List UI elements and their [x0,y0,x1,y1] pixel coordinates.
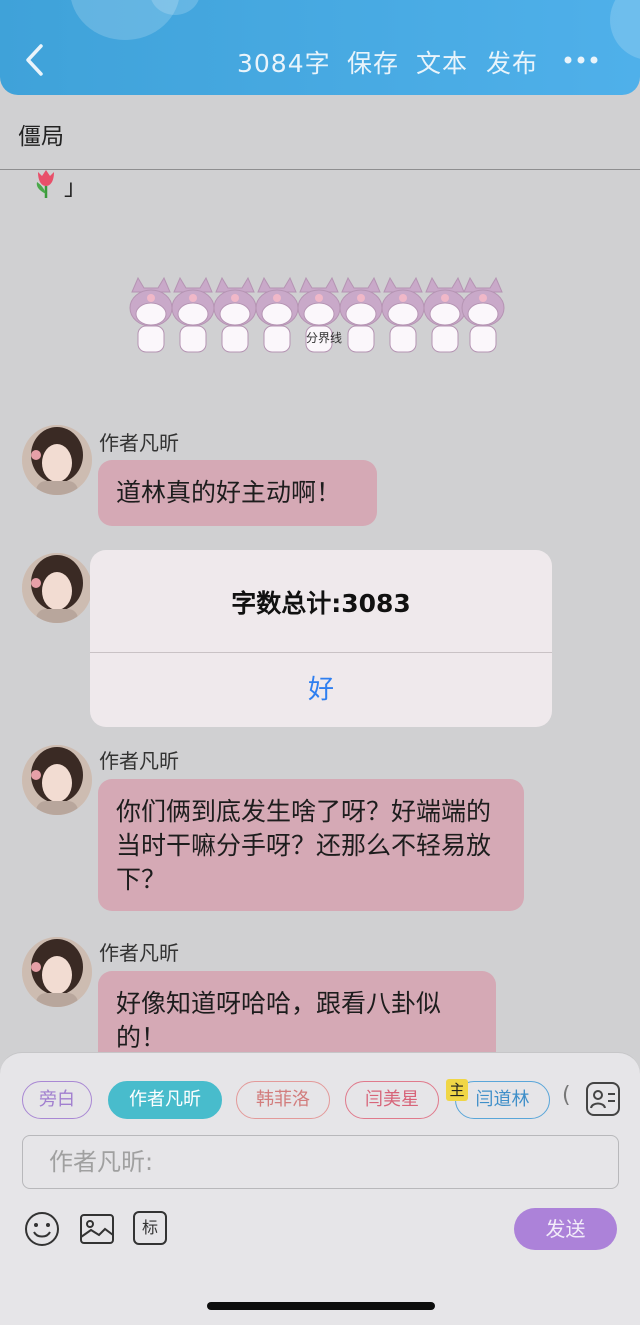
author-avatar[interactable] [22,425,92,495]
send-button[interactable]: 发送 [514,1208,617,1250]
host-badge: 主 [446,1079,468,1101]
character-chip-yan-daolin[interactable]: 闫道林 [455,1081,550,1119]
image-icon[interactable] [79,1211,115,1247]
emoji-icon[interactable] [24,1211,60,1247]
author-avatar[interactable] [22,937,92,1007]
publish-button[interactable]: 发布 [486,44,538,80]
avatar-portrait-icon [22,745,92,815]
author-avatar[interactable] [22,553,92,623]
character-chip-partial[interactable]: ( [562,1083,571,1108]
back-icon[interactable] [20,40,50,80]
alert-ok-button[interactable]: 好 [90,653,552,727]
closing-quote: 」 [64,176,87,201]
speaker-name: 作者凡昕 [99,749,179,773]
word-count-button[interactable]: 3084字 [237,44,331,80]
message-input[interactable]: 作者凡昕: [22,1135,619,1189]
message-bubble[interactable]: 道林真的好主动啊！ [98,460,377,526]
avatar-portrait-icon [22,425,92,495]
message-bubble[interactable]: 你们俩到底发生啥了呀？好端端的当时干嘛分手呀？还那么不轻易放下？ [98,779,524,911]
divider-label: 分界线 [306,331,342,345]
contacts-icon[interactable] [585,1081,621,1117]
text-button[interactable]: 文本 [416,44,468,80]
story-title-bar: 僵局 [0,95,640,170]
compose-panel: 旁白 作者凡昕 韩菲洛 闫美星 闫道林 主 ( 作者凡昕: 标 发送 [0,1052,640,1325]
avatar-portrait-icon [22,937,92,1007]
divider-sticker: 分界线 [129,276,505,353]
character-chip-author-selected[interactable]: 作者凡昕 [108,1081,222,1119]
tag-button[interactable]: 标 [133,1211,167,1245]
story-title[interactable]: 僵局 [18,117,64,151]
word-count-alert: 字数总计:3083 好 [90,550,552,727]
save-button[interactable]: 保存 [347,44,399,80]
input-placeholder: 作者凡昕: [49,1148,154,1176]
author-avatar[interactable] [22,745,92,815]
character-chip-han-feiluo[interactable]: 韩菲洛 [236,1081,330,1119]
character-chip-narrator[interactable]: 旁白 [22,1081,92,1119]
alert-message: 字数总计:3083 [231,589,411,618]
character-chip-yan-meixing[interactable]: 闫美星 [345,1081,439,1119]
speaker-name: 作者凡昕 [99,431,179,455]
avatar-portrait-icon [22,553,92,623]
home-indicator[interactable] [207,1302,435,1310]
decor-bubble [610,0,640,60]
top-nav-bar: 3084字 保存 文本 发布 [0,0,640,95]
more-icon[interactable] [563,48,599,72]
speaker-name: 作者凡昕 [99,941,179,965]
tulip-emoji [36,170,54,198]
